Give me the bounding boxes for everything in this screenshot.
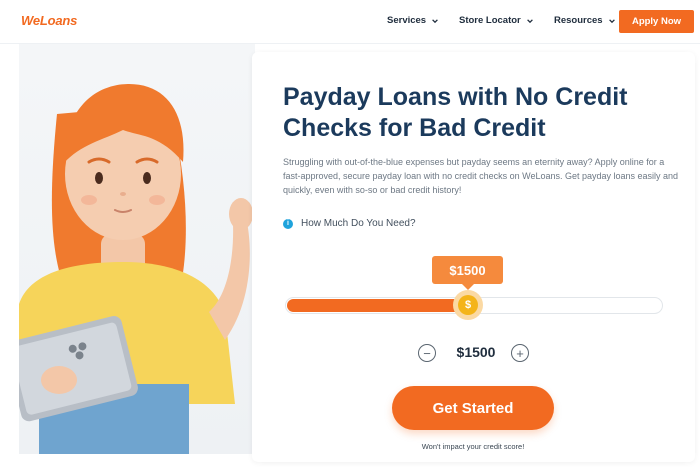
nav-resources[interactable]: Resources <box>554 15 616 26</box>
amount-tooltip: $1500 <box>432 256 503 290</box>
hero-description: Struggling with out-of-the-blue expenses… <box>283 157 679 195</box>
nav-services[interactable]: Services <box>387 15 439 26</box>
nav-store-locator-label: Store Locator <box>459 15 521 26</box>
chevron-down-icon <box>608 18 615 23</box>
woman-with-tablet-illustration <box>19 44 255 454</box>
info-icon[interactable]: i <box>283 218 293 229</box>
nav-store-locator[interactable]: Store Locator <box>459 15 534 26</box>
top-nav: WeLoans Services Store Locator Resources… <box>0 0 700 44</box>
apply-now-button[interactable]: Apply Now <box>619 10 694 33</box>
title-line-1: Payday Loans with No Credit <box>283 83 628 111</box>
get-started-button[interactable]: Get Started <box>392 386 554 430</box>
nav-resources-label: Resources <box>554 15 603 26</box>
slider-thumb[interactable]: $ <box>453 290 483 320</box>
slider-fill <box>287 299 467 312</box>
amount-question-label: How Much Do You Need? <box>301 218 416 229</box>
chevron-down-icon <box>432 18 438 23</box>
weloans-logo[interactable]: WeLoans <box>21 13 77 28</box>
credit-score-disclaimer: Won't impact your credit score! <box>421 442 525 451</box>
amount-question: i How Much Do You Need? <box>283 218 416 229</box>
increase-amount-button[interactable]: + <box>511 344 529 362</box>
chevron-down-icon <box>526 18 533 23</box>
amount-value: $1500 <box>456 344 496 360</box>
amount-stepper: − $1500 + <box>418 342 530 364</box>
title-line-2: Checks for Bad Credit <box>283 114 546 142</box>
logo-loans-text: Loans <box>39 13 78 28</box>
decrease-amount-button[interactable]: − <box>418 344 436 362</box>
page-title: Payday Loans with No Credit Checks for B… <box>283 82 683 144</box>
nav-services-label: Services <box>387 15 427 26</box>
logo-we-text: We <box>21 13 40 28</box>
dollar-coin-icon: $ <box>458 295 478 315</box>
illustration-graphic <box>19 84 253 454</box>
